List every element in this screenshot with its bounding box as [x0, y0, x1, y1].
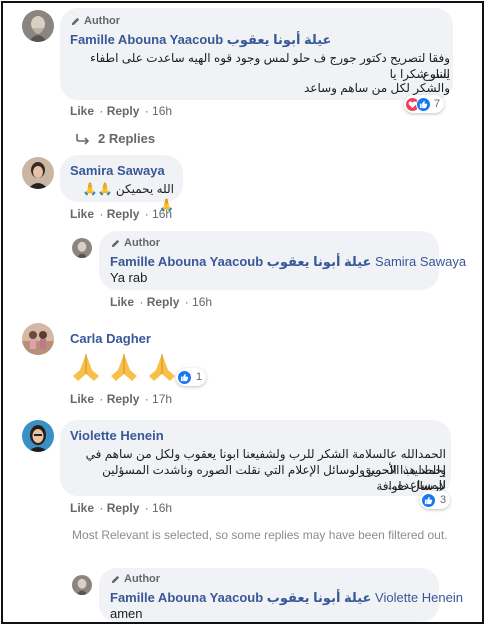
folded-hands-icon [111, 354, 137, 381]
replies-count[interactable]: 2 Replies [98, 131, 155, 146]
reply-author-name[interactable]: Famille Abouna Yaacoub عيلة أبونا يعقوب [110, 254, 371, 269]
commenter-name[interactable]: Carla Dagher [70, 331, 151, 346]
commenter-name[interactable]: Famille Abouna Yaacoub عيلة أبونا يعقوب [70, 32, 331, 48]
comment-actions: Like · Reply · 16h [70, 104, 173, 118]
comment-text-line: للمساعده... [387, 478, 446, 492]
like-button[interactable]: Like [70, 501, 94, 515]
view-replies-link[interactable]: 2 Replies [76, 131, 155, 146]
reply-actions: Like · Reply · 16h [110, 295, 213, 309]
pencil-icon [111, 239, 120, 247]
avatar[interactable] [22, 323, 54, 355]
tagged-user[interactable]: Samira Sawaya [375, 254, 466, 269]
reaction-count: 3 [440, 494, 447, 506]
reply-button[interactable]: Reply [107, 392, 140, 406]
author-badge: Author [70, 15, 120, 27]
emoji-sticker-row [70, 352, 178, 382]
timestamp[interactable]: 16h [192, 295, 212, 309]
avatar[interactable] [22, 420, 54, 452]
reaction-summary[interactable]: 3 [420, 491, 451, 509]
reply-button[interactable]: Reply [107, 501, 140, 515]
like-button[interactable]: Like [110, 295, 134, 309]
timestamp[interactable]: 17h [152, 392, 172, 406]
author-badge: Author [110, 573, 160, 585]
reply-button[interactable]: Reply [107, 207, 140, 221]
author-label: Author [124, 573, 161, 585]
like-button[interactable]: Like [70, 104, 94, 118]
avatar[interactable] [22, 157, 54, 189]
folded-hands-icon [73, 354, 99, 381]
pencil-icon [71, 17, 80, 25]
comment-text-line: والشكر لكل من ساهم وساعد [304, 81, 450, 95]
folded-hands-icon [149, 354, 175, 381]
comment-actions: Like · Reply · 17h [70, 392, 173, 406]
reply-text: Ya rab [110, 270, 148, 285]
avatar[interactable] [72, 575, 92, 595]
author-label: Author [124, 237, 161, 249]
filter-notice: Most Relevant is selected, so some repli… [72, 528, 448, 542]
reaction-count: 7 [434, 98, 441, 110]
commenter-name: Famille Abouna Yaacoub عيلة أبونا يعقوب … [110, 590, 463, 606]
reply-text: amen [110, 606, 143, 621]
author-badge: Author [110, 237, 160, 249]
commenter-name[interactable]: Samira Sawaya [70, 163, 165, 178]
reaction-summary[interactable]: 1 [176, 368, 207, 386]
comment-actions: Like · Reply · 16h [70, 207, 173, 221]
comment-actions: Like · Reply · 16h [70, 501, 173, 515]
avatar[interactable] [72, 238, 92, 258]
timestamp[interactable]: 16h [152, 207, 172, 221]
timestamp[interactable]: 16h [152, 104, 172, 118]
reply-arrow-icon [76, 133, 90, 145]
like-button[interactable]: Like [70, 392, 94, 406]
like-button[interactable]: Like [70, 207, 94, 221]
tagged-user[interactable]: Violette Henein [375, 590, 463, 605]
like-icon [177, 369, 192, 385]
reply-author-name[interactable]: Famille Abouna Yaacoub عيلة أبونا يعقوب [110, 590, 371, 605]
author-label: Author [84, 15, 121, 27]
avatar[interactable] [22, 10, 54, 42]
like-icon [416, 96, 431, 112]
commenter-name[interactable]: Violette Henein [70, 428, 164, 443]
reply-button[interactable]: Reply [107, 104, 140, 118]
reaction-summary[interactable]: 7 [404, 95, 445, 113]
reply-button[interactable]: Reply [147, 295, 180, 309]
commenter-name: Famille Abouna Yaacoub عيلة أبونا يعقوب … [110, 254, 466, 270]
like-icon [421, 492, 436, 508]
reaction-count: 1 [196, 371, 203, 383]
pencil-icon [111, 575, 120, 583]
timestamp[interactable]: 16h [152, 501, 172, 515]
